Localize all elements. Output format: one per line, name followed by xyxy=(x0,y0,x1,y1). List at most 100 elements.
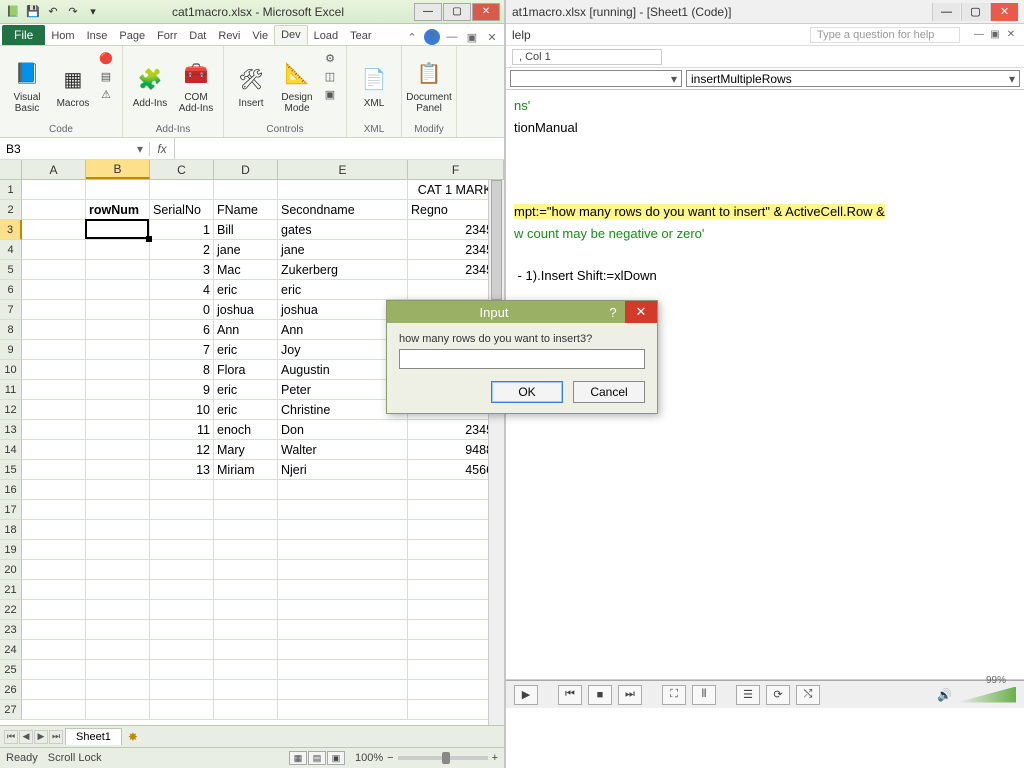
tab-data[interactable]: Dat xyxy=(183,27,212,45)
cell[interactable] xyxy=(22,240,86,260)
shuffle-icon[interactable]: ⤭ xyxy=(796,685,820,705)
cell[interactable]: Secondname xyxy=(278,200,408,220)
next-sheet-icon[interactable]: ▶ xyxy=(34,730,48,744)
cell[interactable] xyxy=(22,600,86,620)
cell[interactable]: Don xyxy=(278,420,408,440)
ribbon-minimize-icon[interactable]: ⌃ xyxy=(404,29,420,45)
dialog-titlebar[interactable]: Input ? ✕ xyxy=(387,301,657,323)
row-header[interactable]: 16 xyxy=(0,480,22,500)
normal-view-icon[interactable]: ▦ xyxy=(289,751,307,765)
col-header-C[interactable]: C xyxy=(150,160,214,179)
cell[interactable] xyxy=(150,500,214,520)
macros-button[interactable]: ▦Macros xyxy=(52,50,94,122)
cell[interactable]: 7 xyxy=(150,340,214,360)
insert-control-button[interactable]: 🛠Insert xyxy=(230,50,272,122)
cell[interactable] xyxy=(86,340,150,360)
cell[interactable] xyxy=(22,460,86,480)
fill-handle[interactable] xyxy=(146,236,152,242)
cell[interactable] xyxy=(86,440,150,460)
ok-button[interactable]: OK xyxy=(491,381,563,403)
cell[interactable]: gates xyxy=(278,220,408,240)
zoom-level[interactable]: 100% xyxy=(355,752,383,764)
cell[interactable] xyxy=(150,560,214,580)
vba-mdi-minimize-icon[interactable]: ― xyxy=(972,28,986,42)
cell[interactable] xyxy=(86,520,150,540)
cell[interactable]: Ann xyxy=(214,320,278,340)
cell[interactable]: Mac xyxy=(214,260,278,280)
window-minimize-icon[interactable]: ― xyxy=(444,29,460,45)
select-all-corner[interactable] xyxy=(0,160,22,179)
cell[interactable] xyxy=(22,260,86,280)
row-header[interactable]: 12 xyxy=(0,400,22,420)
name-box-dropdown-icon[interactable]: ▾ xyxy=(137,142,143,156)
cell[interactable] xyxy=(86,540,150,560)
name-box[interactable]: B3▾ xyxy=(0,142,150,156)
row-header[interactable]: 15 xyxy=(0,460,22,480)
repeat-icon[interactable]: ⟳ xyxy=(766,685,790,705)
cell[interactable] xyxy=(22,520,86,540)
cell[interactable]: 8 xyxy=(150,360,214,380)
row-header[interactable]: 24 xyxy=(0,640,22,660)
cell[interactable]: 2 xyxy=(150,240,214,260)
cell[interactable]: joshua xyxy=(214,300,278,320)
cell[interactable] xyxy=(22,400,86,420)
row-header[interactable]: 11 xyxy=(0,380,22,400)
cell[interactable] xyxy=(150,680,214,700)
cell[interactable] xyxy=(150,660,214,680)
cell[interactable] xyxy=(22,500,86,520)
tab-developer[interactable]: Dev xyxy=(274,25,308,45)
procedure-combo[interactable]: insertMultipleRows▾ xyxy=(686,70,1020,87)
cell[interactable]: 1 xyxy=(150,220,214,240)
cell[interactable] xyxy=(86,460,150,480)
cell[interactable] xyxy=(150,600,214,620)
dialog-help-icon[interactable]: ? xyxy=(601,305,625,320)
cell[interactable] xyxy=(22,200,86,220)
tab-team[interactable]: Tear xyxy=(344,27,377,45)
tab-load[interactable]: Load xyxy=(308,27,344,45)
cell[interactable]: Mary xyxy=(214,440,278,460)
row-header[interactable]: 27 xyxy=(0,700,22,720)
playlist-icon[interactable]: ☰ xyxy=(736,685,760,705)
cell[interactable]: jane xyxy=(278,240,408,260)
cell[interactable] xyxy=(22,560,86,580)
cell[interactable] xyxy=(22,700,86,720)
row-header[interactable]: 18 xyxy=(0,520,22,540)
cell[interactable] xyxy=(150,640,214,660)
row-header[interactable]: 4 xyxy=(0,240,22,260)
cell[interactable] xyxy=(278,580,408,600)
cell[interactable] xyxy=(86,260,150,280)
row-header[interactable]: 1 xyxy=(0,180,22,200)
cell[interactable] xyxy=(86,180,150,200)
cell[interactable]: 9 xyxy=(150,380,214,400)
cell[interactable] xyxy=(278,540,408,560)
cell[interactable]: eric xyxy=(214,280,278,300)
cell[interactable] xyxy=(86,500,150,520)
cell[interactable]: Njeri xyxy=(278,460,408,480)
prev-sheet-icon[interactable]: ◀ xyxy=(19,730,33,744)
cell[interactable] xyxy=(278,640,408,660)
cell[interactable] xyxy=(86,640,150,660)
cell[interactable]: 4 xyxy=(150,280,214,300)
row-header[interactable]: 3 xyxy=(0,220,22,240)
row-header[interactable]: 9 xyxy=(0,340,22,360)
file-tab[interactable]: File xyxy=(2,25,45,45)
cell[interactable] xyxy=(278,660,408,680)
first-sheet-icon[interactable]: ⏮ xyxy=(4,730,18,744)
cell[interactable] xyxy=(214,480,278,500)
cell[interactable] xyxy=(22,440,86,460)
zoom-out-icon[interactable]: − xyxy=(387,752,393,764)
window-restore-icon[interactable]: ▣ xyxy=(464,29,480,45)
vba-menu-help[interactable]: lelp xyxy=(512,28,531,42)
cell[interactable] xyxy=(214,620,278,640)
cell[interactable] xyxy=(278,480,408,500)
row-header[interactable]: 20 xyxy=(0,560,22,580)
row-header[interactable]: 21 xyxy=(0,580,22,600)
page-layout-icon[interactable]: ▤ xyxy=(308,751,326,765)
cell[interactable] xyxy=(22,420,86,440)
cell[interactable] xyxy=(86,400,150,420)
maximize-button[interactable]: ▢ xyxy=(443,3,471,21)
zoom-in-icon[interactable]: + xyxy=(492,752,498,764)
cell[interactable] xyxy=(278,620,408,640)
tab-insert[interactable]: Inse xyxy=(81,27,114,45)
col-header-E[interactable]: E xyxy=(278,160,408,179)
